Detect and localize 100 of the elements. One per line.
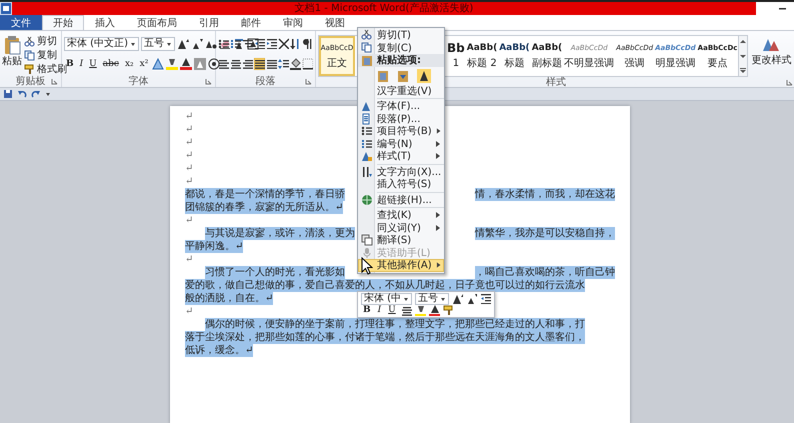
decrease-indent-icon[interactable] (480, 293, 492, 304)
underline-button[interactable]: U (386, 305, 398, 316)
style-item[interactable]: AaBb( 标题 2 (466, 36, 498, 76)
undo-icon[interactable] (17, 89, 27, 99)
paragraph-mark: ↵ (185, 136, 194, 149)
dialog-launcher-icon[interactable] (205, 78, 212, 85)
menu-item[interactable]: 字体(F)... (358, 100, 444, 112)
menu-item[interactable]: 编号(N) (358, 138, 444, 150)
numbering-icon (361, 138, 373, 150)
pilcrow-icon[interactable] (302, 38, 313, 49)
menu-item[interactable]: 复制(C) (358, 42, 444, 54)
format-painter-button[interactable]: 格式刷 (24, 63, 67, 76)
menu-item[interactable]: 汉字重选(V) (358, 84, 444, 97)
shrink-font-icon[interactable] (190, 38, 203, 50)
style-item[interactable]: Bb 1 (446, 36, 466, 76)
paint-bucket-icon[interactable] (290, 58, 301, 70)
bold-button[interactable]: B (361, 305, 373, 316)
group-label: 段落 (256, 76, 276, 86)
align-right-icon[interactable] (242, 58, 253, 70)
shrink-font-icon[interactable] (466, 293, 478, 304)
brush-icon[interactable] (442, 305, 454, 316)
more-icon[interactable] (739, 67, 748, 74)
dialog-launcher-icon[interactable] (305, 78, 312, 85)
dialog-launcher-icon[interactable] (51, 78, 58, 85)
align-left-icon[interactable] (218, 58, 229, 70)
change-styles-button[interactable]: 更改样式 (750, 33, 792, 77)
ribbon-tab[interactable]: 引用 (188, 15, 230, 30)
justify-icon[interactable] (254, 58, 265, 70)
ribbon-tab[interactable]: 视图 (314, 15, 356, 30)
line-spacing-icon[interactable] (278, 58, 289, 70)
paragraph-mark: ↵ (185, 214, 194, 227)
grow-font-icon[interactable] (176, 38, 189, 50)
ribbon-tab[interactable]: 插入 (84, 15, 126, 30)
style-item[interactable]: AaBb( 副标题 (530, 36, 564, 76)
scroll-up-icon[interactable] (739, 38, 748, 45)
grow-font-icon[interactable] (452, 293, 464, 304)
multilevel-list-icon[interactable] (242, 38, 253, 49)
character-border-icon[interactable] (246, 38, 259, 50)
menu-item[interactable]: 查找(K) (358, 209, 444, 222)
menu-item[interactable]: 其他操作(A) (358, 259, 444, 272)
caret-icon (130, 40, 136, 46)
style-item[interactable]: AaBb( 标题 (498, 36, 531, 76)
text-effect-icon[interactable] (152, 58, 164, 70)
underline-button[interactable]: U (87, 56, 99, 70)
menu-item[interactable]: 翻译(S) (358, 234, 444, 246)
align-center-icon[interactable] (230, 58, 241, 70)
save-icon[interactable] (3, 89, 13, 99)
dialog-launcher-icon[interactable] (786, 79, 793, 86)
font-name-field[interactable]: 宋体 (中 (361, 292, 412, 304)
subscript-button[interactable]: x₂ (122, 56, 136, 70)
ribbon-tab[interactable]: 审阅 (272, 15, 314, 30)
superscript-button[interactable]: x² (138, 56, 150, 70)
caret-icon[interactable] (45, 91, 51, 97)
menu-item[interactable]: 同义词(Y) (358, 222, 444, 234)
ribbon-tab[interactable]: 邮件 (230, 15, 272, 30)
ribbon-tab[interactable]: 开始 (42, 15, 84, 30)
letters-icon (762, 37, 780, 52)
paragraph-mark: ↵ (185, 175, 194, 188)
redo-icon[interactable] (31, 89, 41, 99)
cut-button[interactable]: 剪切 (24, 35, 67, 48)
menu-item[interactable]: 插入符号(S) (358, 178, 444, 190)
font-size-field[interactable]: 五号 (140, 36, 175, 50)
italic-button[interactable]: I (78, 56, 86, 70)
highlighter-icon[interactable] (166, 58, 178, 70)
menu-item[interactable]: 剪切(T) (358, 29, 444, 42)
copy-icon (24, 50, 35, 61)
distributed-icon[interactable] (266, 58, 277, 70)
font-name-field[interactable]: 宋体 (中文正) (64, 36, 139, 50)
menu-item[interactable]: 样式(T) (358, 150, 444, 162)
microphone-icon (361, 246, 373, 259)
increase-indent-icon[interactable] (266, 38, 277, 49)
font-color-icon[interactable] (428, 305, 440, 316)
caret-icon (403, 296, 410, 302)
decrease-indent-icon[interactable] (254, 38, 265, 49)
menu-item[interactable]: 超链接(H)... (358, 194, 444, 206)
sort-icon[interactable] (290, 38, 301, 49)
ribbon-tab[interactable]: 页面布局 (126, 15, 188, 30)
file-tab[interactable]: 文件 (0, 15, 42, 30)
align-center-icon[interactable] (400, 305, 412, 316)
strikethrough-button[interactable]: abc (100, 56, 121, 70)
cross-icon[interactable] (278, 38, 289, 49)
scissors-icon (24, 36, 35, 47)
enclosed-character-icon[interactable] (208, 58, 220, 70)
font-color-icon[interactable] (180, 58, 192, 70)
menu-item[interactable]: 段落(P)... (358, 112, 444, 125)
clipboard-brush-icon[interactable] (377, 68, 391, 82)
paragraph-mark: ↵ (185, 123, 194, 136)
letter-a-icon[interactable] (417, 68, 431, 82)
scroll-down-icon[interactable] (739, 52, 748, 60)
font-size-field[interactable]: 五号 (415, 292, 450, 304)
highlighter-icon[interactable] (414, 305, 426, 316)
menu-item[interactable]: 项目符号(B) (358, 125, 444, 138)
italic-button[interactable]: I (376, 305, 384, 316)
word-app-icon[interactable] (1, 3, 11, 14)
paste-button[interactable]: 粘贴 (2, 33, 22, 76)
copy-button[interactable]: 复制 (24, 49, 67, 62)
border-icon[interactable] (302, 58, 313, 70)
numbering-icon[interactable] (230, 38, 241, 49)
menu-item[interactable]: 文字方向(X)... (358, 166, 444, 178)
scissors-icon (361, 29, 373, 42)
